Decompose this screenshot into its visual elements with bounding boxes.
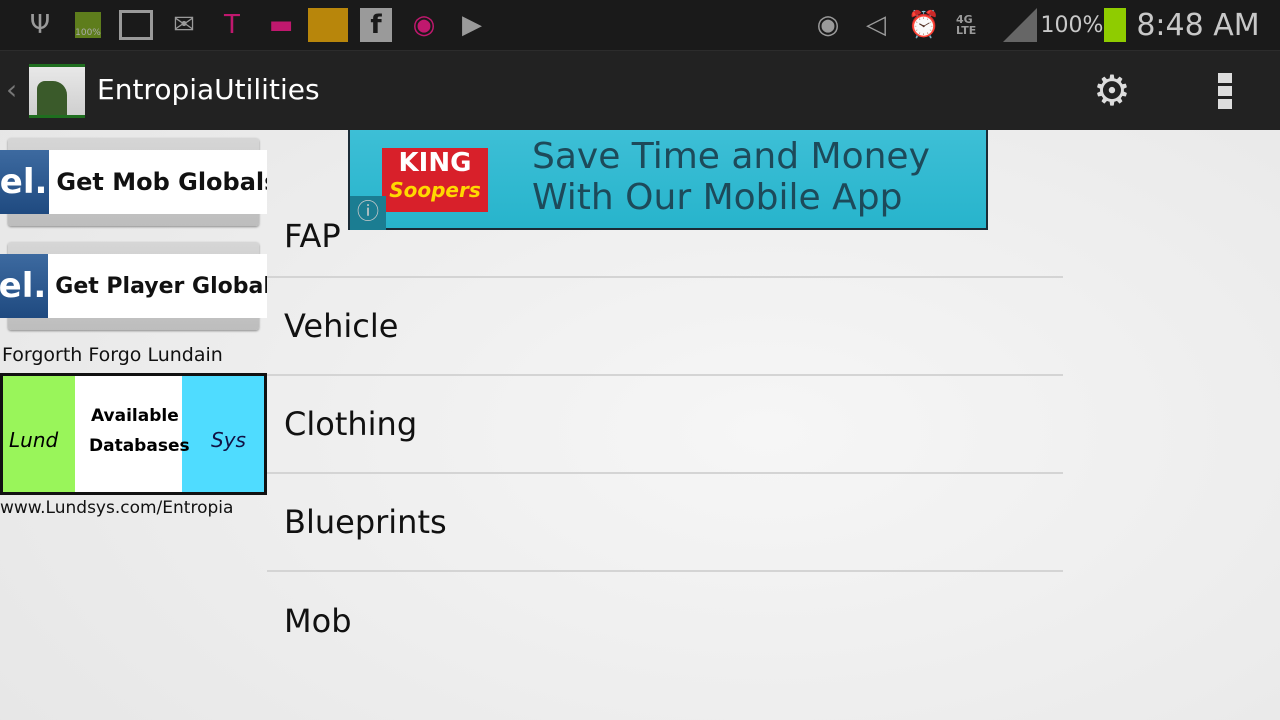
- action-bar: ‹ EntropiaUtilities ⚙: [0, 50, 1280, 130]
- king-soopers-logo: KING Soopers: [382, 148, 488, 212]
- tmobile-key-icon: T: [224, 10, 240, 40]
- category-list: FAP Vehicle Clothing Blueprints Mob: [267, 180, 1063, 670]
- clock: 8:48 AM: [1136, 7, 1260, 43]
- gear-icon[interactable]: ⚙: [1090, 69, 1134, 113]
- battery-percent: 100%: [1040, 12, 1104, 38]
- get-player-globals-image[interactable]: el. Get Player Globals: [0, 254, 267, 318]
- voicemail-icon: ▬: [268, 10, 294, 40]
- play-store-icon: ▶: [462, 10, 482, 40]
- battery-icon: [1103, 8, 1127, 42]
- app-title: EntropiaUtilities: [97, 73, 320, 106]
- lundsys-banner[interactable]: Lund Available Databases Sys: [0, 373, 267, 495]
- list-item-mob[interactable]: Mob: [267, 572, 1063, 670]
- 4g-lte-icon: 4G LTE: [956, 13, 977, 37]
- credit-text: Forgorth Forgo Lundain: [2, 344, 223, 366]
- status-bar: Ψ 100% ✉ T ▬ f ◉ ▶ ◉ ◁ ⏰ 4G LTE 100% 8:4…: [0, 0, 1280, 50]
- dragon-app-icon: [308, 8, 348, 42]
- list-item-blueprints[interactable]: Blueprints: [267, 474, 1063, 572]
- mail-icon: ✉: [173, 10, 195, 40]
- app-logo[interactable]: [29, 64, 85, 118]
- list-item-clothing[interactable]: Clothing: [267, 376, 1063, 474]
- image-icon: [118, 8, 154, 42]
- mute-icon: ◁: [866, 10, 886, 40]
- smart-stay-eye-icon: ◉: [816, 10, 840, 40]
- ad-text: Save Time and Money With Our Mobile App: [532, 136, 930, 218]
- signal-icon: [1002, 8, 1038, 42]
- back-chevron-icon[interactable]: ‹: [6, 73, 17, 106]
- list-item-vehicle[interactable]: Vehicle: [267, 278, 1063, 376]
- content: el. Get Mob Globals el. Get Player Globals…: [0, 130, 1280, 720]
- get-mob-globals-image[interactable]: el. Get Mob Globals: [0, 150, 267, 214]
- website-link[interactable]: www.Lundsys.com/Entropia: [0, 498, 233, 518]
- alarm-icon: ⏰: [907, 10, 941, 40]
- facebook-icon: f: [360, 8, 392, 42]
- ad-banner[interactable]: KING Soopers Save Time and Money With Our …: [348, 130, 988, 230]
- battery-full-icon: 100%: [72, 8, 104, 42]
- usb-icon: Ψ: [29, 10, 51, 40]
- tmobile-sync-icon: ◉: [412, 10, 436, 40]
- info-icon[interactable]: ⓘ: [350, 196, 386, 230]
- overflow-menu-icon[interactable]: [1218, 73, 1232, 109]
